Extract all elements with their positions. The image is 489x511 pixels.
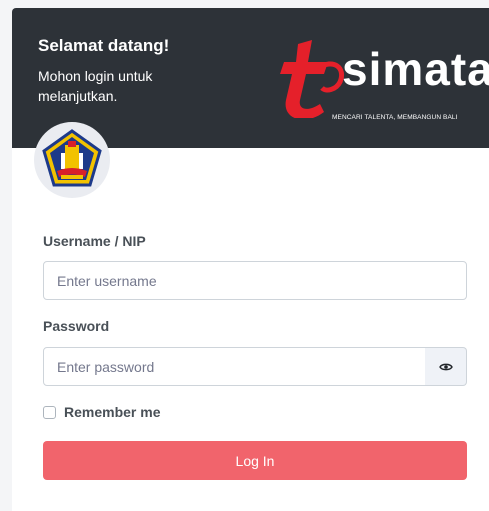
simata-t-mark-icon (280, 40, 344, 118)
show-password-button[interactable] (425, 347, 467, 386)
simata-tagline: MENCARI TALENTA, MEMBANGUN BALI (332, 114, 458, 121)
welcome-heading: Selamat datang! (38, 36, 170, 55)
welcome-subtitle: Mohon login untuk melanjutkan. (38, 68, 153, 104)
remember-me-row: Remember me (43, 404, 161, 420)
password-input[interactable] (43, 347, 426, 386)
remember-me-checkbox[interactable] (43, 405, 56, 419)
avatar (34, 122, 110, 198)
provincial-emblem-icon (42, 129, 102, 187)
simata-wordmark: simata (342, 43, 489, 95)
login-button[interactable]: Log In (43, 441, 467, 480)
password-label: Password (43, 318, 110, 334)
remember-me-label[interactable]: Remember me (64, 404, 161, 420)
login-card: Selamat datang! Mohon login untuk melanj… (12, 8, 489, 511)
simata-logo: simata MENCARI TALENTA, MEMBANGUN BALI (278, 38, 489, 128)
username-input[interactable] (43, 261, 467, 300)
eye-icon (438, 363, 453, 370)
username-label: Username / NIP (43, 233, 146, 249)
